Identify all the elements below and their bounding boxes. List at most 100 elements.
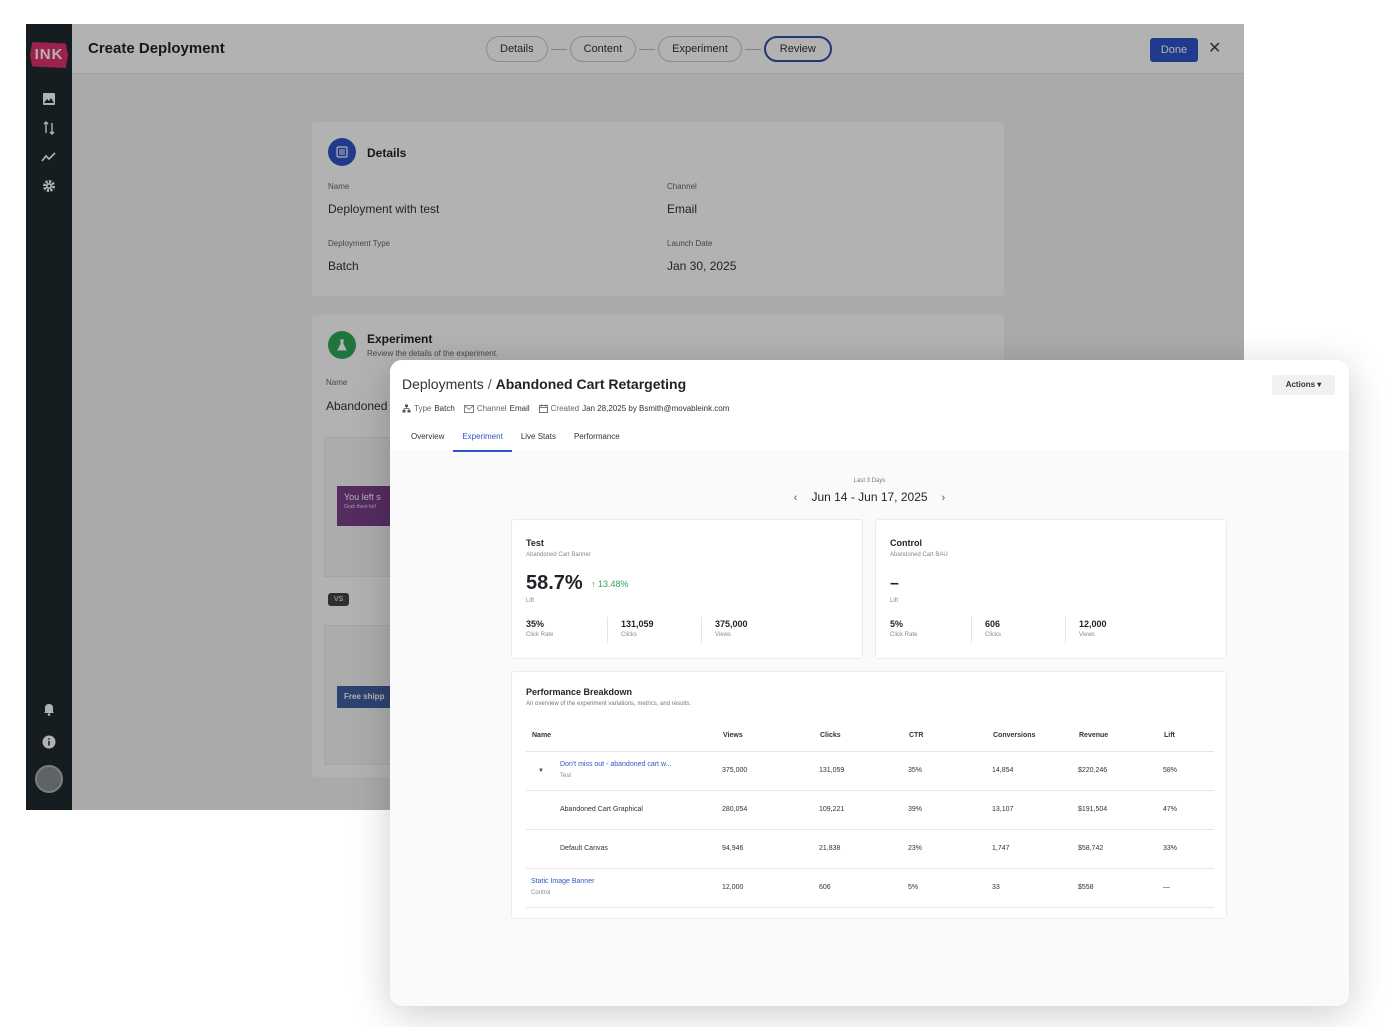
flask-icon xyxy=(328,331,356,359)
tab-experiment[interactable]: Experiment xyxy=(453,430,512,452)
variant-b-banner: Free shipp xyxy=(337,686,397,708)
column-header-lift[interactable]: Lift xyxy=(1164,732,1175,739)
breadcrumb-deployments[interactable]: Deployments xyxy=(402,376,484,392)
control-name: Control xyxy=(890,538,922,548)
breakdown-title: Performance Breakdown xyxy=(526,687,633,697)
tab-bar: Overview Experiment Live Stats Performan… xyxy=(402,430,629,452)
test-clicks: 131,059 Clicks xyxy=(621,619,654,638)
actions-label: Actions xyxy=(1285,380,1316,389)
test-subtitle: Abandoned Cart Banner xyxy=(526,552,591,558)
test-click-rate-value: 35% xyxy=(526,619,545,629)
actions-dropdown[interactable]: Actions ▾ xyxy=(1272,375,1335,395)
experiment-heading: Experiment xyxy=(367,332,433,346)
table-row[interactable]: ▼ Don't miss out - abandoned cart w... T… xyxy=(526,752,1214,791)
calendar-icon xyxy=(538,404,548,413)
gear-icon[interactable] xyxy=(39,176,59,196)
control-subtitle: Abandoned Cart BAU xyxy=(890,552,948,558)
table-row[interactable]: Default Canvas 94,946 21,838 23% 1,747 $… xyxy=(526,830,1214,869)
deployment-type-label: Deployment Type xyxy=(328,239,391,248)
sort-icon[interactable] xyxy=(39,118,59,138)
row-clicks: 606 xyxy=(819,884,831,891)
test-lift-label: Lift xyxy=(526,598,535,604)
row-name[interactable]: Static Image Banner xyxy=(531,878,594,885)
step-review[interactable]: Review xyxy=(763,36,832,62)
chevron-right-icon[interactable]: › xyxy=(942,492,946,504)
step-connector xyxy=(550,48,567,50)
image-icon[interactable] xyxy=(39,89,59,109)
variant-a-banner: You left s Grab them bef xyxy=(337,486,397,526)
bell-icon[interactable] xyxy=(39,699,59,719)
control-lift-value: – xyxy=(890,575,899,592)
details-card: Details Name Deployment with test Channe… xyxy=(312,122,1004,296)
step-connector xyxy=(639,48,656,50)
row-clicks: 21,838 xyxy=(819,845,841,852)
tab-live-stats[interactable]: Live Stats xyxy=(512,430,565,452)
row-lift: 33% xyxy=(1163,845,1178,852)
tab-performance[interactable]: Performance xyxy=(565,430,629,452)
column-header-name[interactable]: Name xyxy=(532,732,551,739)
vs-badge: VS xyxy=(328,593,349,606)
control-views-value: 12,000 xyxy=(1079,619,1107,629)
step-details[interactable]: Details xyxy=(486,36,548,62)
test-click-rate: 35% Click Rate xyxy=(526,619,553,638)
test-lift-delta: ↑ 13.48% xyxy=(591,579,629,589)
row-revenue: $558 xyxy=(1078,884,1094,891)
test-click-rate-label: Click Rate xyxy=(526,632,554,638)
channel-label: Channel xyxy=(667,182,697,191)
row-lift: 47% xyxy=(1163,806,1178,813)
column-header-views[interactable]: Views xyxy=(723,732,743,739)
control-click-rate: 5% Click Rate xyxy=(890,619,917,638)
date-range-text: Jun 14 - Jun 17, 2025 xyxy=(811,490,928,504)
test-clicks-value: 131,059 xyxy=(621,619,654,629)
breadcrumb-separator: / xyxy=(487,376,492,392)
step-connector xyxy=(744,48,761,50)
deployment-type-value: Batch xyxy=(328,259,359,273)
period-label: Last 3 Days xyxy=(853,478,886,484)
caret-down-icon: ▾ xyxy=(1317,380,1322,389)
row-name[interactable]: Don't miss out - abandoned cart w... xyxy=(560,761,671,768)
close-icon[interactable]: ✕ xyxy=(1208,38,1221,58)
meta-type: Type Batch xyxy=(402,404,455,413)
meta-type-label: Type xyxy=(414,404,432,413)
control-views-label: Views xyxy=(1079,632,1095,638)
experiment-name-value: Abandoned xyxy=(326,399,388,413)
row-clicks: 131,059 xyxy=(819,767,845,774)
name-label: Name xyxy=(328,182,350,191)
trend-icon[interactable] xyxy=(39,147,59,167)
meta-channel-value: Email xyxy=(509,404,530,413)
control-views: 12,000 Views xyxy=(1079,619,1107,638)
chevron-left-icon[interactable]: ‹ xyxy=(794,492,798,504)
panel-header: Deployments / Abandoned Cart Retargeting A… xyxy=(390,360,1349,452)
row-views: 94,946 xyxy=(722,845,744,852)
column-header-revenue[interactable]: Revenue xyxy=(1079,732,1108,739)
column-header-ctr[interactable]: CTR xyxy=(909,732,923,739)
meta-type-value: Batch xyxy=(434,404,455,413)
tab-overview[interactable]: Overview xyxy=(402,430,453,452)
ink-logo[interactable]: INK xyxy=(30,42,68,68)
row-conversions: 33 xyxy=(992,884,1000,891)
metric-divider xyxy=(971,617,972,643)
control-clicks-value: 606 xyxy=(985,619,1001,629)
column-header-clicks[interactable]: Clicks xyxy=(820,732,841,739)
test-clicks-label: Clicks xyxy=(621,632,637,638)
info-icon[interactable] xyxy=(39,732,59,752)
table-row[interactable]: Abandoned Cart Graphical 280,054 109,221… xyxy=(526,791,1214,830)
step-experiment[interactable]: Experiment xyxy=(658,36,742,62)
row-views: 12,000 xyxy=(722,884,744,891)
done-button[interactable]: Done xyxy=(1150,38,1198,62)
meta-created-label: Created xyxy=(550,404,580,413)
avatar[interactable] xyxy=(35,765,63,793)
date-range-selector: ‹ Jun 14 - Jun 17, 2025 › xyxy=(390,490,1349,504)
caret-down-icon[interactable]: ▼ xyxy=(538,768,544,774)
control-click-rate-label: Click Rate xyxy=(890,632,918,638)
metric-divider xyxy=(607,617,608,643)
experiment-subtitle: Review the details of the experiment. xyxy=(367,349,499,358)
performance-breakdown-card: Performance Breakdown An overview of the… xyxy=(511,671,1227,919)
table-row[interactable]: Static Image Banner Control 12,000 606 5… xyxy=(526,869,1214,908)
row-views: 280,054 xyxy=(722,806,748,813)
column-header-conversions[interactable]: Conversions xyxy=(993,732,1035,739)
row-ctr: 23% xyxy=(908,845,923,852)
variant-a-banner-subtext: Grab them bef xyxy=(344,504,376,510)
row-conversions: 13,107 xyxy=(992,806,1014,813)
step-content[interactable]: Content xyxy=(569,36,637,62)
